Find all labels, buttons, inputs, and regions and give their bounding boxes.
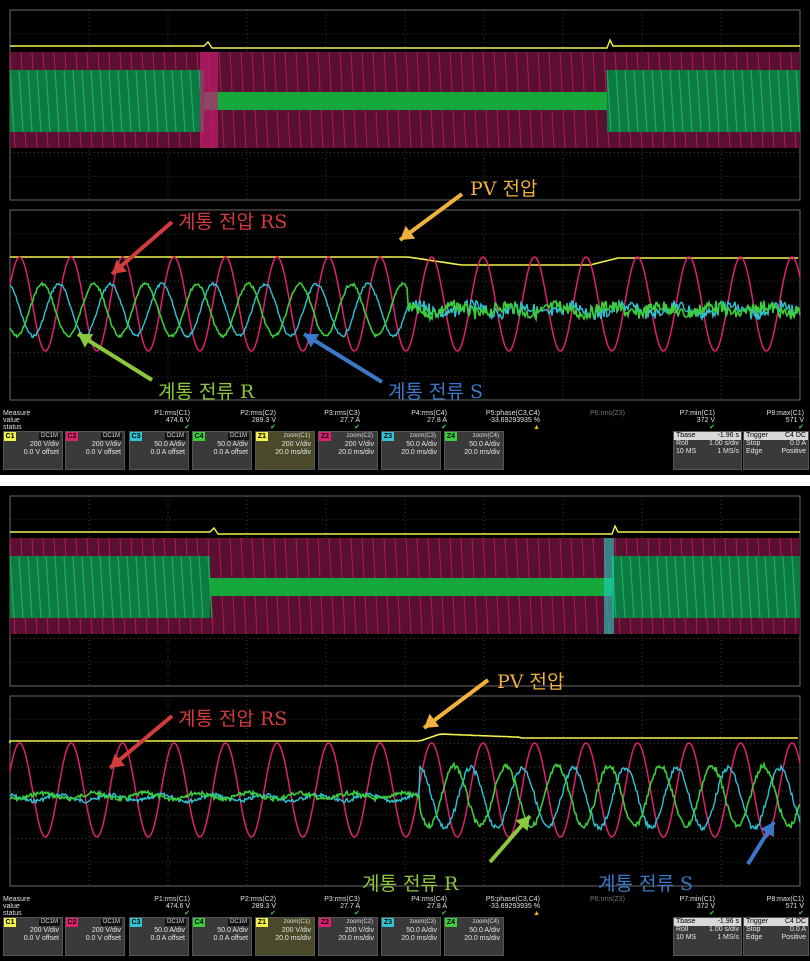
measure-p8[interactable]: P8:max(C1) 571 V ✔: [724, 896, 804, 917]
channel-z1[interactable]: Z1 zoom(C1) 200 V/div 20.0 ms/div: [255, 431, 315, 470]
measure-header: Measure: [3, 896, 31, 903]
measure-p1[interactable]: P1:rms(C1) 474.6 V ✔: [110, 896, 190, 917]
label-grid-voltage-rs: 계통 전압 RS: [178, 708, 288, 730]
timebase-panel[interactable]: Tbase -1.96 s Roll 1.00 s/div 10 MS 1 MS/s: [673, 917, 742, 956]
channel-z3[interactable]: Z3 zoom(C3) 50.0 A/div 20.0 ms/div: [381, 917, 441, 956]
measure-table: Measure value status P1:rms(C1) 474.6 V ✔ …: [0, 896, 810, 917]
channel-c3[interactable]: C3 DC1M 50.0 A/div 0.0 A offset: [129, 431, 189, 470]
measure-p7[interactable]: P7:min(C1) 372 V ✔: [635, 896, 715, 917]
label-grid-current-s: 계통 전류 S: [598, 873, 694, 895]
channel-c4[interactable]: C4 DC1M 50.0 A/div 0.0 A offset: [192, 917, 252, 956]
trigger-panel[interactable]: Trigger C4 DC Stop 0.0 A Edge Positive: [743, 431, 809, 470]
trigger-panel[interactable]: Trigger C4 DC Stop 0.0 A Edge Positive: [743, 917, 809, 956]
measure-value-label: value: [3, 417, 20, 424]
current-band-middle: [204, 92, 607, 110]
arrow-grid-current-r: [76, 332, 154, 382]
divider: [0, 475, 810, 485]
channel-z4[interactable]: Z4 zoom(C4) 50.0 A/div 20.0 ms/div: [444, 917, 504, 956]
timebase-panel[interactable]: Tbase -1.96 s Roll 1.00 s/div 10 MS 1 MS/s: [673, 431, 742, 470]
label-grid-voltage-rs: 계통 전압 RS: [178, 211, 288, 233]
grid-current-r-trace: [9, 760, 801, 830]
measure-p1[interactable]: P1:rms(C1) 474.6 V ✔: [110, 410, 190, 431]
channel-c1[interactable]: C1 DC1M 200 V/div 0.0 V offset: [3, 431, 63, 470]
measure-p4[interactable]: P4:rms(C4) 27.8 A ✔: [367, 896, 447, 917]
grid-voltage-rs-trace: [9, 256, 801, 352]
channel-z1[interactable]: Z1 zoom(C1) 200 V/div 20.0 ms/div: [255, 917, 315, 956]
channel-z3[interactable]: Z3 zoom(C3) 50.0 A/div 20.0 ms/div: [381, 431, 441, 470]
label-pv-voltage: PV 전압: [470, 178, 538, 200]
current-band-middle: [210, 578, 612, 596]
measure-p6[interactable]: P6:rms(Z3): [545, 896, 625, 903]
channel-z4[interactable]: Z4 zoom(C4) 50.0 A/div 20.0 ms/div: [444, 431, 504, 470]
label-grid-current-r: 계통 전류 R: [158, 381, 255, 403]
transition-marker: [604, 538, 614, 634]
measure-p4[interactable]: P4:rms(C4) 27.8 A ✔: [367, 410, 447, 431]
grid-voltage-rs-trace: [9, 742, 801, 838]
measure-header: Measure: [3, 410, 31, 417]
measure-p5[interactable]: P5:phase(C3,C4) -33.69293935 % ▲: [460, 410, 540, 431]
pv-voltage-trace: [9, 733, 798, 743]
channel-z2[interactable]: Z2 zoom(C2) 200 V/div 20.0 ms/div: [318, 917, 378, 956]
measure-value-label: value: [3, 903, 20, 910]
scope-capture-bottom: PV 전압 계통 전압 RS 계통 전류 R 계통 전류 S Measure v…: [0, 486, 810, 961]
arrow-grid-current-s: [302, 332, 384, 384]
channel-z2[interactable]: Z2 zoom(C2) 200 V/div 20.0 ms/div: [318, 431, 378, 470]
scope-capture-top: PV 전압 계통 전압 RS 계통 전류 R 계통 전류 S Measure v…: [0, 0, 810, 475]
transition-marker: [200, 52, 218, 148]
channel-bar: C1 DC1M 200 V/div 0.0 V offset C2 DC1M 200 V/…: [0, 917, 810, 961]
channel-c4[interactable]: C4 DC1M 50.0 A/div 0.0 A offset: [192, 431, 252, 470]
label-grid-current-s: 계통 전류 S: [388, 381, 484, 403]
graticule: [9, 695, 801, 887]
channel-c2[interactable]: C2 DC1M 200 V/div 0.0 V offset: [65, 917, 125, 956]
label-pv-voltage: PV 전압: [497, 671, 565, 693]
measure-table: Measure value status P1:rms(C1) 474.6 V ✔ …: [0, 410, 810, 431]
waveform-display-bottom: [9, 495, 801, 887]
measure-p3[interactable]: P3:rms(C3) 27.7 A ✔: [280, 896, 360, 917]
label-grid-current-r: 계통 전류 R: [362, 873, 459, 895]
measure-status-label: status: [3, 424, 22, 431]
measure-p7[interactable]: P7:min(C1) 372 V ✔: [635, 410, 715, 431]
channel-c1[interactable]: C1 DC1M 200 V/div 0.0 V offset: [3, 917, 63, 956]
waveform-display-top: [9, 9, 801, 401]
channel-c2[interactable]: C2 DC1M 200 V/div 0.0 V offset: [65, 431, 125, 470]
channel-bar: C1 DC1M 200 V/div 0.0 V offset C2 DC1M 200 V/…: [0, 431, 810, 475]
measure-status-label: status: [3, 910, 22, 917]
measure-p5[interactable]: P5:phase(C3,C4) -33.69293935 % ▲: [460, 896, 540, 917]
measure-p2[interactable]: P2:rms(C2) 289.3 V ✔: [196, 896, 276, 917]
channel-c3[interactable]: C3 DC1M 50.0 A/div 0.0 A offset: [129, 917, 189, 956]
measure-p2[interactable]: P2:rms(C2) 289.3 V ✔: [196, 410, 276, 431]
measure-p6[interactable]: P6:rms(Z3): [545, 410, 625, 417]
measure-p8[interactable]: P8:max(C1) 571 V ✔: [724, 410, 804, 431]
measure-p3[interactable]: P3:rms(C3) 27.7 A ✔: [280, 410, 360, 431]
